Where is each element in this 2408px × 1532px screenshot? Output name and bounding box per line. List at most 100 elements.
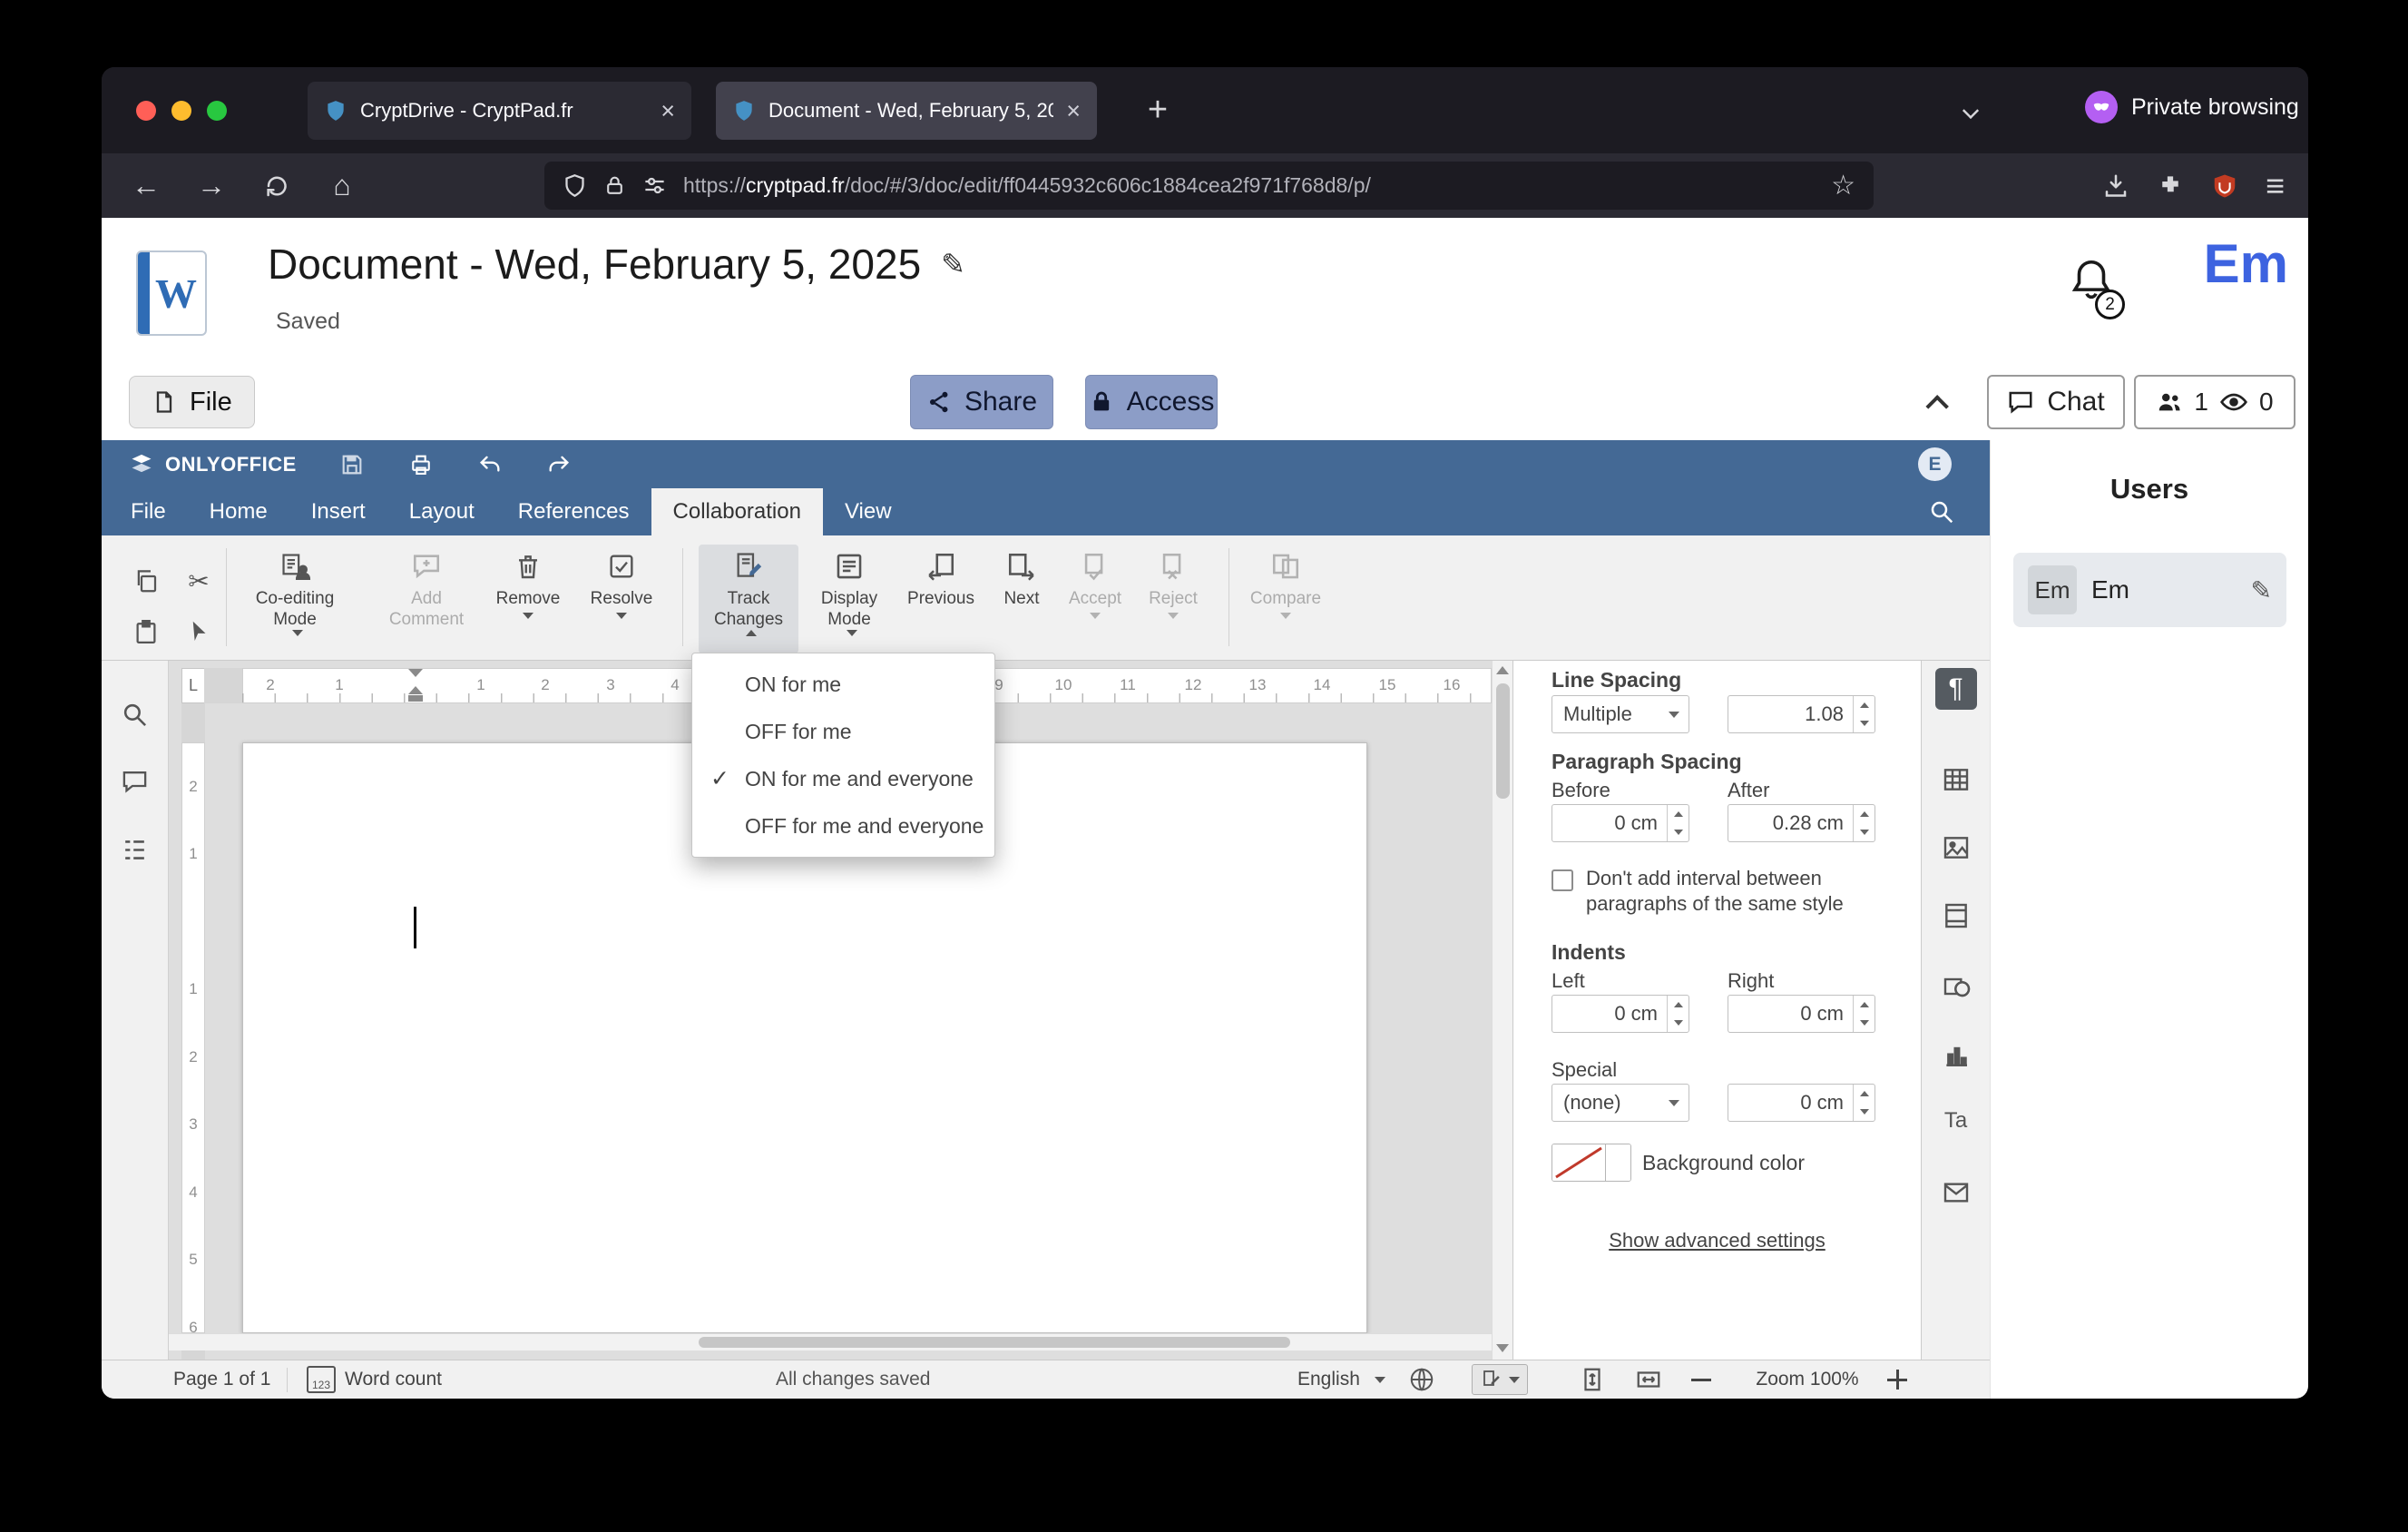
remove-comment-button[interactable]: Remove xyxy=(483,545,573,653)
account-initials[interactable]: Em xyxy=(2204,232,2288,295)
zoom-out-button[interactable] xyxy=(1691,1360,1711,1399)
shape-settings-icon[interactable] xyxy=(1942,972,1971,1001)
undo-icon[interactable] xyxy=(477,452,503,477)
show-advanced-settings-link[interactable]: Show advanced settings xyxy=(1513,1229,1921,1252)
redo-icon[interactable] xyxy=(546,452,572,477)
background-color-picker[interactable] xyxy=(1551,1144,1631,1182)
horizontal-scroll-thumb[interactable] xyxy=(699,1337,1290,1348)
save-icon[interactable] xyxy=(339,452,365,477)
resolve-button[interactable]: Resolve xyxy=(576,545,667,653)
document-title[interactable]: Document - Wed, February 5, 2025 xyxy=(268,240,921,289)
language-selector[interactable]: English xyxy=(1297,1360,1385,1399)
previous-change-button[interactable]: Previous xyxy=(894,545,988,653)
url-text[interactable]: https://cryptpad.fr/doc/#/3/doc/edit/ff0… xyxy=(683,173,1371,198)
home-button[interactable]: ⌂ xyxy=(314,162,370,211)
tab-home[interactable]: Home xyxy=(188,488,289,535)
spinner-up-icon[interactable] xyxy=(1859,702,1869,708)
user-list-item[interactable]: Em Em ✎ xyxy=(2013,553,2286,627)
collaborator-avatar[interactable]: E xyxy=(1918,447,1952,481)
close-tab-icon[interactable]: × xyxy=(661,98,675,123)
file-menu-button[interactable]: File xyxy=(129,376,255,428)
cut-icon[interactable]: ✂ xyxy=(188,566,209,596)
special-amount-spinner[interactable]: 0 cm xyxy=(1728,1084,1875,1122)
vertical-scroll-thumb[interactable] xyxy=(1496,683,1510,799)
scroll-up-arrow[interactable] xyxy=(1496,666,1509,674)
track-changes-toggle[interactable] xyxy=(1472,1360,1528,1399)
reload-button[interactable] xyxy=(249,162,305,211)
compare-button[interactable]: Compare xyxy=(1241,545,1330,653)
tab-view[interactable]: View xyxy=(823,488,914,535)
indent-markers[interactable] xyxy=(407,669,424,702)
chart-settings-icon[interactable] xyxy=(1942,1041,1971,1070)
close-tab-icon[interactable]: × xyxy=(1066,98,1081,123)
find-icon[interactable] xyxy=(121,701,149,729)
spacing-before-spinner[interactable]: 0 cm xyxy=(1551,804,1689,842)
display-mode-button[interactable]: Display Mode xyxy=(802,545,896,653)
collapse-toolbar-button[interactable] xyxy=(1905,379,1974,428)
access-button[interactable]: Access xyxy=(1085,375,1218,429)
reject-change-button[interactable]: Reject xyxy=(1132,545,1214,653)
horizontal-scrollbar[interactable] xyxy=(169,1333,1492,1350)
tab-file[interactable]: File xyxy=(109,488,188,535)
tab-insert[interactable]: Insert xyxy=(289,488,387,535)
tab-stop-selector[interactable]: L xyxy=(181,668,205,703)
table-settings-icon[interactable] xyxy=(1942,765,1971,794)
image-settings-icon[interactable] xyxy=(1942,833,1971,862)
comments-panel-icon[interactable] xyxy=(121,768,149,796)
bookmark-star-icon[interactable]: ☆ xyxy=(1831,170,1855,201)
mail-merge-icon[interactable] xyxy=(1942,1178,1971,1207)
shield-icon[interactable] xyxy=(563,173,587,198)
forward-button[interactable]: → xyxy=(183,162,240,211)
scroll-down-arrow[interactable] xyxy=(1496,1344,1509,1352)
app-menu-icon[interactable]: ≡ xyxy=(2266,167,2285,205)
back-button[interactable]: ← xyxy=(118,162,174,211)
menu-item-on-for-everyone[interactable]: ✓ ON for me and everyone xyxy=(692,755,994,802)
copy-icon[interactable] xyxy=(132,567,160,594)
close-window-button[interactable] xyxy=(136,101,156,121)
spellcheck-globe-button[interactable] xyxy=(1408,1360,1435,1399)
tab-cryptdrive[interactable]: CryptDrive - CryptPad.fr × xyxy=(308,82,691,140)
tab-references[interactable]: References xyxy=(496,488,651,535)
accept-change-button[interactable]: Accept xyxy=(1052,545,1138,653)
textart-settings-icon[interactable]: Ta xyxy=(1944,1108,1967,1134)
chat-button[interactable]: Chat xyxy=(1987,375,2125,429)
permissions-icon[interactable] xyxy=(642,173,667,198)
downloads-icon[interactable] xyxy=(2102,172,2129,200)
no-interval-checkbox[interactable] xyxy=(1551,869,1573,891)
zoom-level[interactable]: Zoom 100% xyxy=(1735,1360,1880,1399)
minimize-window-button[interactable] xyxy=(171,101,191,121)
header-footer-settings-icon[interactable] xyxy=(1942,901,1971,930)
add-comment-button[interactable]: Add Comment xyxy=(379,545,474,653)
next-change-button[interactable]: Next xyxy=(984,545,1060,653)
navigation-headings-icon[interactable] xyxy=(121,836,149,864)
spacing-after-spinner[interactable]: 0.28 cm xyxy=(1728,804,1875,842)
select-all-icon[interactable] xyxy=(185,618,212,645)
search-icon[interactable] xyxy=(1928,498,1955,525)
new-tab-button[interactable]: + xyxy=(1136,89,1180,133)
indent-right-spinner[interactable]: 0 cm xyxy=(1728,995,1875,1033)
indent-left-spinner[interactable]: 0 cm xyxy=(1551,995,1689,1033)
special-select[interactable]: (none) xyxy=(1551,1084,1689,1122)
spinner-down-icon[interactable] xyxy=(1859,721,1869,726)
menu-item-on-for-me[interactable]: ON for me xyxy=(692,661,994,708)
vertical-ruler[interactable]: 2 1 1 2 3 4 5 6 xyxy=(181,703,205,1360)
line-spacing-amount-spinner[interactable]: 1.08 xyxy=(1728,695,1875,733)
edit-name-pencil-icon[interactable]: ✎ xyxy=(2251,575,2272,605)
extensions-icon[interactable] xyxy=(2157,172,2184,200)
tab-collaboration[interactable]: Collaboration xyxy=(651,488,823,535)
fit-page-button[interactable] xyxy=(1579,1360,1606,1399)
edit-title-pencil-icon[interactable]: ✎ xyxy=(941,247,965,281)
menu-item-off-for-everyone[interactable]: OFF for me and everyone xyxy=(692,802,994,849)
ublock-icon[interactable] xyxy=(2211,172,2238,200)
address-bar[interactable]: https://cryptpad.fr/doc/#/3/doc/edit/ff0… xyxy=(544,162,1874,210)
coediting-mode-button[interactable]: Co-editing Mode xyxy=(247,545,343,653)
fit-width-button[interactable] xyxy=(1635,1360,1662,1399)
word-count-button[interactable]: 123 Word count xyxy=(307,1360,442,1399)
tab-layout[interactable]: Layout xyxy=(387,488,496,535)
track-changes-button[interactable]: Track Changes xyxy=(699,545,798,653)
share-button[interactable]: Share xyxy=(910,375,1053,429)
presence-counts[interactable]: 1 0 xyxy=(2134,375,2295,429)
notifications-button[interactable]: 2 xyxy=(2067,256,2125,319)
line-spacing-select[interactable]: Multiple xyxy=(1551,695,1689,733)
zoom-in-button[interactable] xyxy=(1887,1360,1907,1399)
